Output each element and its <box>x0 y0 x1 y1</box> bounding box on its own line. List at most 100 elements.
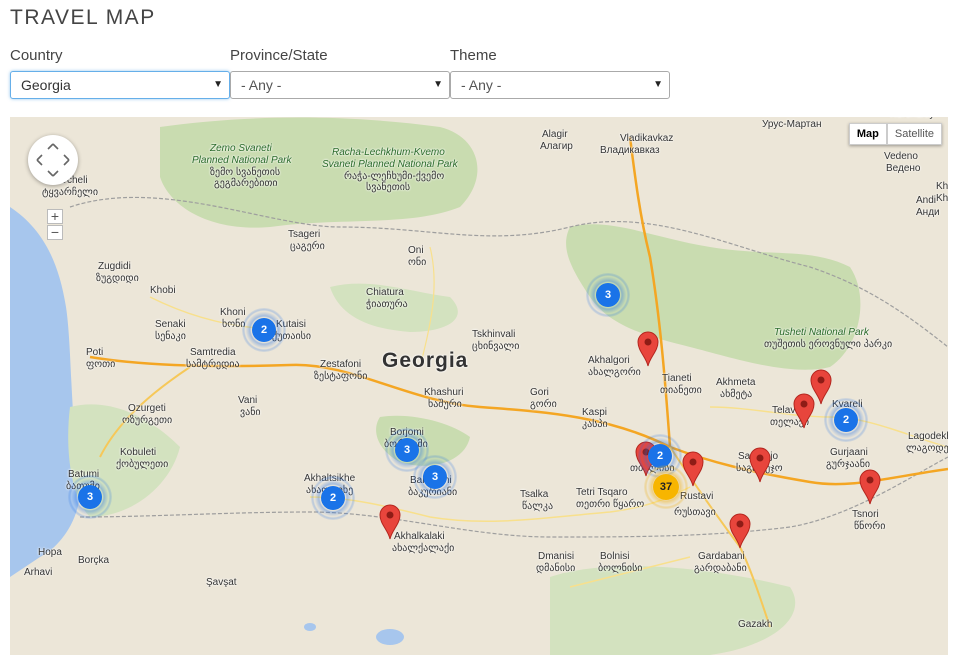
map-place-label: Tsnori <box>852 509 879 520</box>
country-name-label: Georgia <box>382 349 469 372</box>
province-select-value: - Any - <box>241 77 282 93</box>
map-place-label: ონი <box>408 257 427 268</box>
map-pin-icon[interactable] <box>793 393 815 429</box>
map-place-label: Tusheti National Park <box>774 327 869 338</box>
cluster-count: 2 <box>321 486 345 510</box>
map-place-label: რაჭა-ლეჩხუმი-ქვემო <box>344 171 445 182</box>
map-place-label: ხაშური <box>428 399 462 410</box>
map-place-label: დმანისი <box>536 563 576 574</box>
map-place-label: Akhalgori <box>588 355 630 366</box>
province-select[interactable]: - Any - ▼ <box>230 71 450 99</box>
cluster-count: 2 <box>252 318 276 342</box>
map-place-label: Tskhinvali <box>472 329 516 340</box>
map-place-label: წნორი <box>854 521 886 532</box>
map-place-label: ახალქალაქი <box>392 543 455 554</box>
map-place-label: ახალგორი <box>588 367 641 378</box>
map-place-label: Planned National Park <box>192 155 292 166</box>
map-place-label: თეთრი წყარო <box>576 499 645 510</box>
map-place-label: ტყვარჩელი <box>42 187 99 198</box>
map-place-label: Svaneti Planned National Park <box>322 159 458 170</box>
map-place-label: Владикавказ <box>600 145 660 156</box>
map-place-label: ზესტაფონი <box>314 371 368 382</box>
map-cluster-marker[interactable]: 2 <box>242 308 286 352</box>
map-place-label: Şavşat <box>206 577 237 588</box>
map-place-label: Gardabani <box>698 551 745 562</box>
map-place-label: Borçka <box>78 555 110 566</box>
map-cluster-marker[interactable]: 3 <box>586 273 630 317</box>
map-place-label: ფოთი <box>86 359 116 370</box>
map-place-label: Vedeno <box>884 151 918 162</box>
theme-label: Theme <box>450 47 497 64</box>
map-place-label: Gori <box>530 387 549 398</box>
map-cluster-marker[interactable]: 37 <box>644 465 688 509</box>
map-type-satellite-button[interactable]: Satellite <box>886 123 942 145</box>
map-place-label: ქობულეთი <box>116 459 169 470</box>
map-place-label: Анди <box>916 207 940 218</box>
map-type-control: Map Satellite <box>848 123 942 145</box>
map-place-label: რუსთავი <box>674 507 716 518</box>
travel-map[interactable]: Zemo Svaneti Planned National Park ზემო სვ… <box>10 117 948 655</box>
map-place-label: Oni <box>408 245 424 256</box>
map-cluster-marker[interactable]: 3 <box>413 455 457 499</box>
pan-arrows-icon <box>36 143 70 177</box>
map-place-label: Lagodekhi <box>908 431 948 442</box>
country-select-value: Georgia <box>21 77 71 93</box>
map-place-label: Kurchaloy <box>890 117 934 120</box>
map-place-label: Akhmeta <box>716 377 756 388</box>
map-place-label: Урус-Мартан <box>762 119 822 130</box>
map-place-label: ზემო სვანეთის <box>210 167 281 178</box>
map-place-label: ჭიათურა <box>366 299 408 310</box>
map-place-label: ცხინვალი <box>472 341 520 352</box>
map-place-label: გეგმარებითი <box>214 178 278 189</box>
province-label: Province/State <box>230 47 328 64</box>
map-pin-icon[interactable] <box>749 447 771 483</box>
map-place-label: Khoni <box>220 307 246 318</box>
cluster-count: 37 <box>653 474 679 500</box>
cluster-count: 3 <box>423 465 447 489</box>
map-cluster-marker[interactable]: 2 <box>311 476 355 520</box>
cluster-count: 3 <box>596 283 620 307</box>
page-title: TRAVEL MAP <box>10 6 156 29</box>
map-place-label: ახმეტა <box>720 389 753 400</box>
map-place-label: Samtredia <box>190 347 236 358</box>
cluster-count: 3 <box>78 485 102 509</box>
map-place-label: ცაგერი <box>290 241 325 252</box>
map-place-label: ლაგოდეხი <box>906 443 948 454</box>
map-place-label: Dmanisi <box>538 551 575 562</box>
zoom-out-button[interactable]: − <box>47 225 63 240</box>
theme-select-value: - Any - <box>461 77 502 93</box>
zoom-in-button[interactable]: + <box>47 209 63 224</box>
map-cluster-marker[interactable]: 2 <box>824 398 868 442</box>
map-place-label: Alagir <box>542 129 568 140</box>
pan-control[interactable] <box>28 135 78 185</box>
map-place-label: Khashuri <box>424 387 464 398</box>
dropdown-arrow-icon: ▼ <box>433 79 443 90</box>
map-pin-icon[interactable] <box>379 504 401 540</box>
map-place-label: Hopa <box>38 547 62 558</box>
cluster-count: 2 <box>834 408 858 432</box>
map-place-label: Khobi <box>150 285 176 296</box>
map-place-label: Senaki <box>155 319 186 330</box>
map-pin-icon[interactable] <box>859 469 881 505</box>
map-place-label: კასპი <box>582 419 608 430</box>
map-place-label: Gurjaani <box>830 447 868 458</box>
map-place-label: Kaspi <box>582 407 608 418</box>
map-place-label: Vani <box>238 395 258 406</box>
map-place-label: Kh <box>936 193 948 204</box>
map-place-label: ბოლნისი <box>598 563 643 574</box>
map-pin-icon[interactable] <box>637 331 659 367</box>
map-place-label: ვანი <box>240 407 261 418</box>
map-place-label: Tsageri <box>288 229 321 240</box>
map-place-label: Kh <box>936 181 948 192</box>
map-type-map-button[interactable]: Map <box>848 123 887 145</box>
map-pin-icon[interactable] <box>729 513 751 549</box>
map-place-label: Tetri Tsqaro <box>576 487 628 498</box>
map-place-label: თუშეთის ეროვნული პარკი <box>764 339 893 350</box>
country-select[interactable]: Georgia ▼ <box>10 71 230 99</box>
map-cluster-marker[interactable]: 3 <box>68 475 112 519</box>
country-label: Country <box>10 47 63 64</box>
map-place-label: Tsalka <box>520 489 549 500</box>
theme-select[interactable]: - Any - ▼ <box>450 71 670 99</box>
map-place-label: Zestafoni <box>320 359 362 370</box>
map-place-label: Zemo Svaneti <box>210 143 272 154</box>
